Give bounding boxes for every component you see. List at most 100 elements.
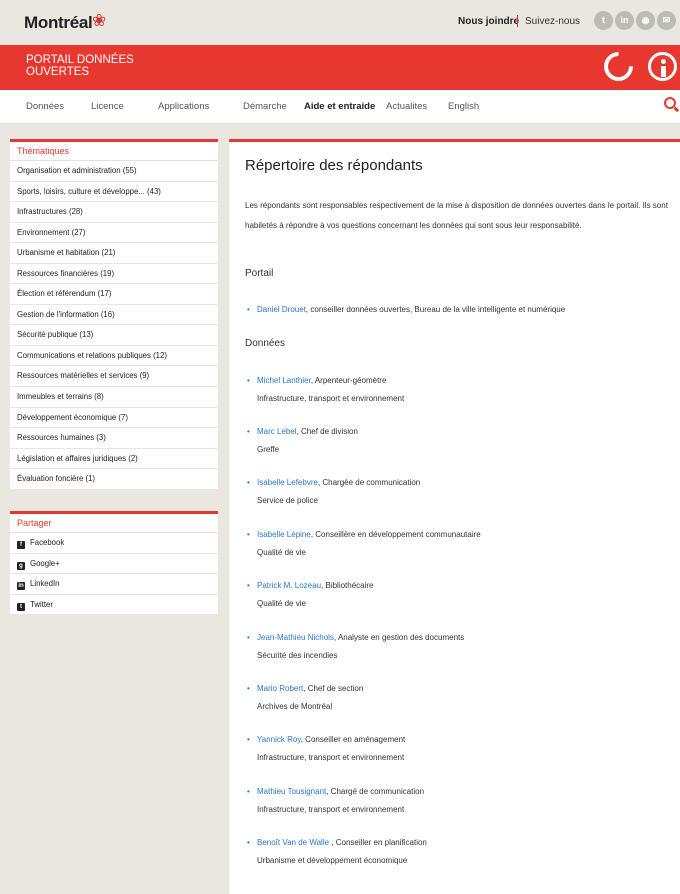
respondent-unit: Service de police <box>257 495 318 505</box>
respondent-link[interactable]: Michel Lanthier <box>257 376 311 385</box>
respondent-entry: • Mathieu Tousignant, Chargé de communic… <box>247 783 425 818</box>
portal-title[interactable]: PORTAIL DONNÉES OUVERTES <box>26 54 176 78</box>
respondent-link[interactable]: Mathieu Tousignant <box>257 787 326 796</box>
respondent-link[interactable]: Isabelle Lépine <box>257 530 311 539</box>
share-label: LinkedIn <box>30 579 60 588</box>
respondent-role: , Chef de division <box>296 427 358 436</box>
respondent-role: , Chargé de communication <box>326 787 425 796</box>
bullet: • <box>247 633 250 642</box>
rss-icon[interactable]: ◉ <box>636 11 655 30</box>
respondent-role: , conseiller données ouvertes, Bureau de… <box>305 305 566 314</box>
respondent-link[interactable]: Jean-Mathieu Nichols <box>257 633 334 642</box>
search-icon[interactable] <box>664 97 676 109</box>
respondent-unit: Qualité de vie <box>257 598 306 608</box>
share-google[interactable]: g Google+ <box>10 554 218 574</box>
nav-actualites[interactable]: Actualites <box>386 101 427 112</box>
theme-item[interactable]: Ressources matérielles et services (9) <box>10 366 218 388</box>
section-heading-donnees: Données <box>245 338 286 349</box>
nav-donnees[interactable]: Données <box>26 101 64 112</box>
respondent-role: , Chargée de communication <box>317 478 421 487</box>
respondent-entry: • Michel Lanthier, Arpenteur-géomètre In… <box>247 372 405 407</box>
respondent-role: , Bibliothécaire <box>321 581 374 590</box>
theme-item[interactable]: Législation et affaires juridiques (2) <box>10 449 218 470</box>
nav-applications[interactable]: Applications <box>158 101 209 112</box>
nav-demarche[interactable]: Démarche <box>243 101 287 112</box>
respondent-entry: • Yannick Roy, Conseiller en aménagement… <box>247 731 406 766</box>
share-title: Partager <box>10 514 218 533</box>
respondent-unit: Sécurité des incendies <box>257 650 338 660</box>
share-box: Partager f Facebook g Google+ in LinkedIn t… <box>10 511 218 615</box>
respondent-link[interactable]: Benoît Van de Walle <box>257 838 329 847</box>
bullet: • <box>247 427 250 436</box>
contact-link[interactable]: Nous joindre <box>458 16 519 27</box>
bullet: • <box>247 376 250 385</box>
theme-item[interactable]: Sports, loisirs, culture et développe...… <box>10 182 218 203</box>
respondent-unit: Archives de Montréal <box>257 701 333 711</box>
theme-item[interactable]: Infrastructures (28) <box>10 202 218 223</box>
respondent-role: , Conseillère en développement communaut… <box>310 530 481 539</box>
open-data-ring-icon[interactable] <box>597 45 640 88</box>
respondent-role: , Chef de section <box>303 684 364 693</box>
theme-item[interactable]: Environnement (27) <box>10 223 218 244</box>
portal-banner: PORTAIL DONNÉES OUVERTES <box>0 45 680 90</box>
respondent-link[interactable]: Yannick Roy <box>257 735 301 744</box>
share-facebook[interactable]: f Facebook <box>10 533 218 554</box>
theme-item[interactable]: Sécurité publique (13) <box>10 325 218 346</box>
nav-english[interactable]: English <box>448 101 479 112</box>
respondent-unit: Infrastructure, transport et environneme… <box>257 752 405 762</box>
respondent-link[interactable]: Mario Robert <box>257 684 303 693</box>
respondent-unit: Qualité de vie <box>257 547 306 557</box>
nav-licence[interactable]: Licence <box>91 101 124 112</box>
nav-aide[interactable]: Aide et entraide <box>304 101 375 112</box>
share-linkedin[interactable]: in LinkedIn <box>10 574 218 595</box>
section-heading-portail: Portail <box>245 268 274 279</box>
share-label: Google+ <box>30 558 60 568</box>
theme-item[interactable]: Ressources financières (19) <box>10 264 218 285</box>
theme-item[interactable]: Évaluation foncière (1) <box>10 469 218 490</box>
linkedin-icon: in <box>17 582 25 590</box>
linkedin-icon[interactable]: in <box>615 11 634 30</box>
respondent-role: , Analyste en gestion des documents <box>333 633 465 642</box>
respondent-role: , Conseiller en planification <box>329 838 427 847</box>
theme-item[interactable]: Immeubles et terrains (8) <box>10 387 218 408</box>
respondent-unit: Greffe <box>257 444 280 454</box>
share-twitter[interactable]: t Twitter <box>10 595 218 615</box>
mail-icon[interactable]: ✉ <box>657 11 676 30</box>
bullet: • <box>247 735 250 744</box>
themes-title: Thématiques <box>10 142 218 161</box>
themes-box: Thématiques Organisation et administrati… <box>10 139 218 490</box>
twitter-icon[interactable]: t <box>594 11 613 30</box>
theme-item[interactable]: Organisation et administration (55) <box>10 161 218 182</box>
divider <box>517 15 518 27</box>
respondent-link[interactable]: Daniel Drouet <box>257 305 306 314</box>
respondent-unit: Infrastructure, transport et environneme… <box>257 804 405 814</box>
respondent-entry: • Isabelle Lefebvre, Chargée de communic… <box>247 474 421 509</box>
accessibility-icon[interactable] <box>648 52 677 81</box>
respondent-link[interactable]: Patrick M. Lozeau <box>257 581 321 590</box>
bullet: • <box>247 305 250 314</box>
respondent-entry: • Marc Lebel, Chef de division Greffe <box>247 423 358 458</box>
respondent-link[interactable]: Marc Lebel <box>257 427 297 436</box>
respondent-entry: • Isabelle Lépine, Conseillère en dévelo… <box>247 526 481 561</box>
twitter-icon: t <box>17 602 25 611</box>
site-logo[interactable]: Montréal <box>24 13 93 33</box>
respondent-entry: • Patrick M. Lozeau, Bibliothécaire Qual… <box>247 577 374 612</box>
top-bar: Montréal ❀ Nous joindre Suivez-nous t in… <box>0 0 680 45</box>
theme-item[interactable]: Élection et référendum (17) <box>10 284 218 305</box>
theme-item[interactable]: Ressources humaines (3) <box>10 428 218 449</box>
intro-paragraph: Les répondants sont responsables respect… <box>245 201 668 230</box>
montreal-rose-icon: ❀ <box>92 11 107 30</box>
theme-item[interactable]: Gestion de l'information (16) <box>10 305 218 326</box>
main-nav: Données Licence Applications Démarche Ai… <box>0 90 680 124</box>
theme-item[interactable]: Développement économique (7) <box>10 408 218 429</box>
respondent-unit: Infrastructure, transport et environneme… <box>257 393 405 403</box>
page-title: Répertoire des répondants <box>245 157 423 174</box>
respondent-entry: • Mario Robert, Chef de section Archives… <box>247 680 364 715</box>
respondent-link[interactable]: Isabelle Lefebvre <box>257 478 318 487</box>
respondent-role: , Conseiller en aménagement <box>300 735 406 744</box>
google-plus-icon: g <box>17 561 25 570</box>
facebook-icon: f <box>17 541 25 549</box>
theme-item[interactable]: Urbanisme et habitation (21) <box>10 243 218 264</box>
theme-item[interactable]: Communications et relations publiques (1… <box>10 346 218 367</box>
bullet: • <box>247 787 250 796</box>
